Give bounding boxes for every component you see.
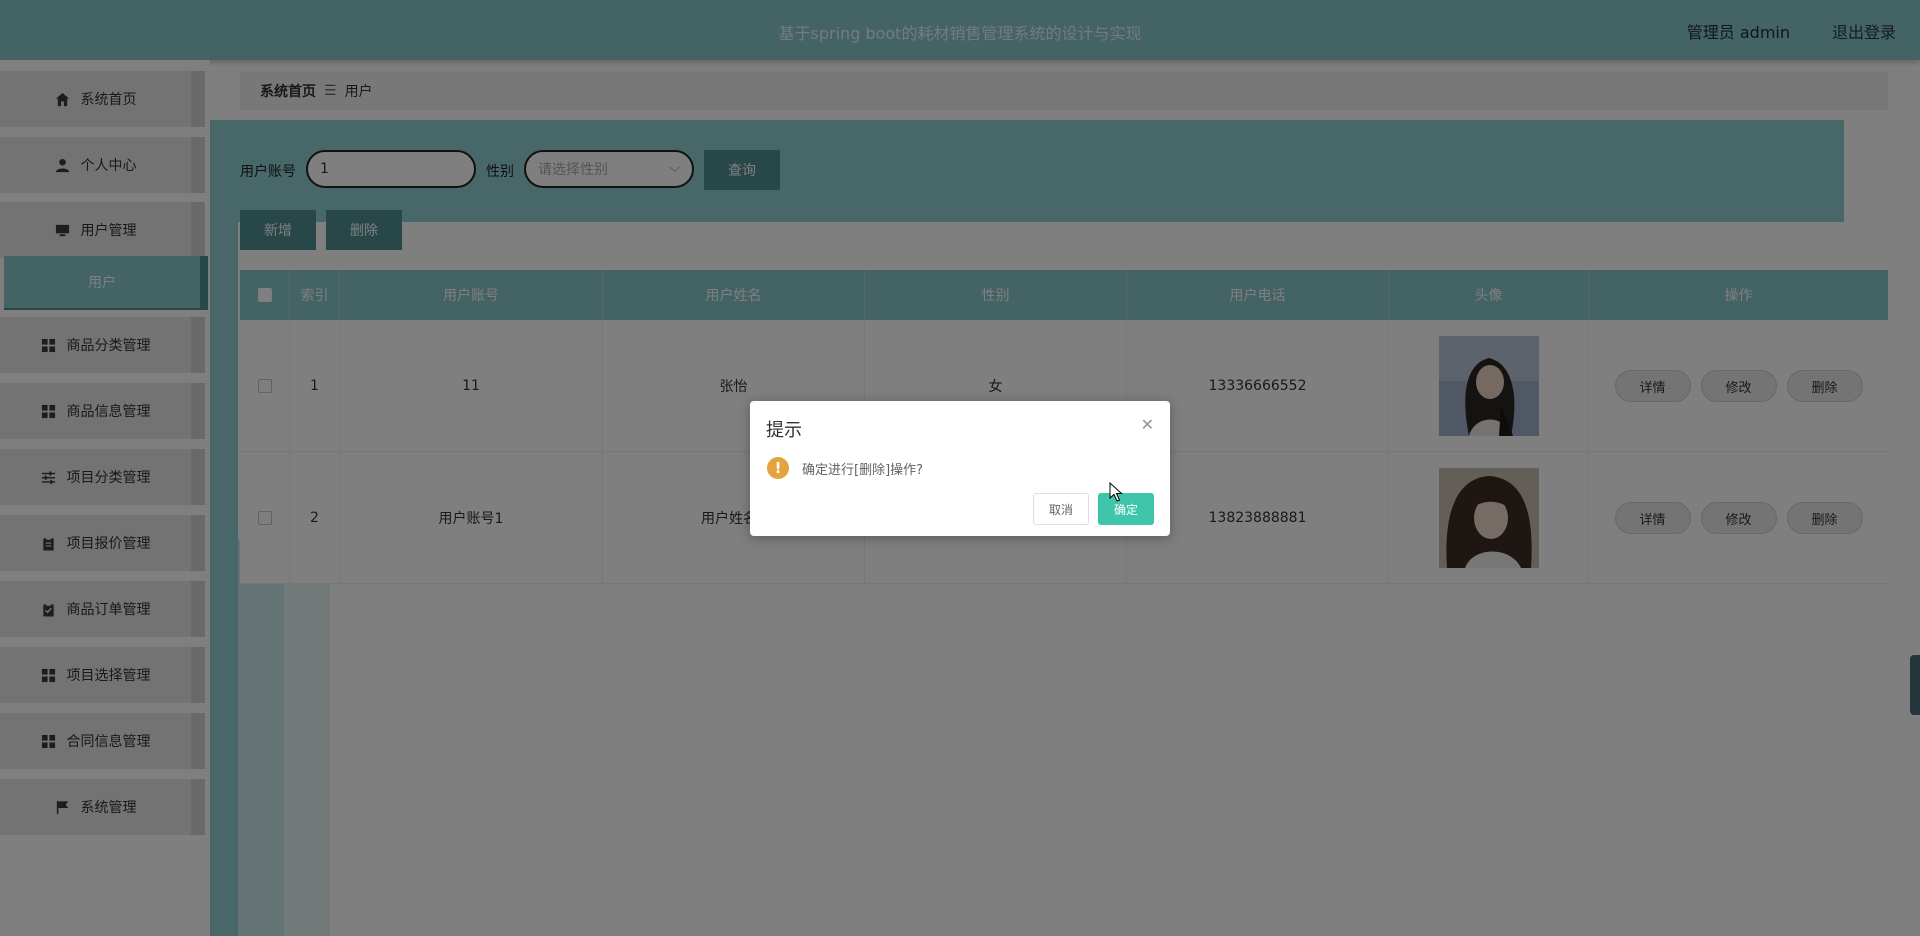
dialog-title: 提示: [766, 420, 802, 441]
close-icon[interactable]: ✕: [1141, 415, 1154, 434]
confirm-dialog: 提示 ✕ ! 确定进行[删除]操作? 取消 确定: [750, 401, 1170, 536]
confirm-button[interactable]: 确定: [1098, 493, 1154, 525]
cancel-button[interactable]: 取消: [1033, 493, 1089, 525]
dialog-message: 确定进行[删除]操作?: [802, 463, 924, 478]
warning-icon: !: [767, 457, 789, 479]
mouse-cursor-icon: [1109, 482, 1123, 502]
